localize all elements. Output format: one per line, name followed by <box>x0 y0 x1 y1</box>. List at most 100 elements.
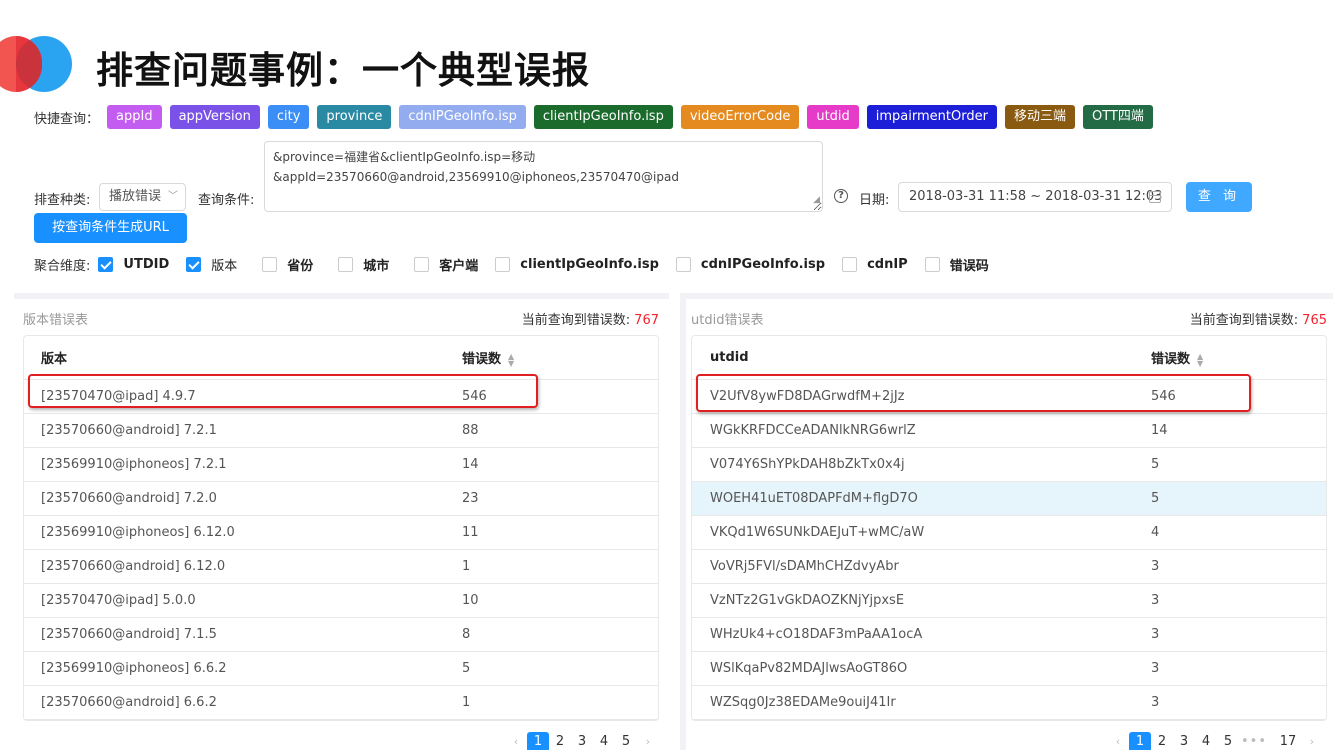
page-button[interactable]: 3 <box>571 732 593 750</box>
column-header-count[interactable]: 错误数 ▲ ▼ <box>1151 348 1203 367</box>
page-button[interactable]: 1 <box>1129 732 1151 750</box>
table-cell: 3 <box>1151 593 1160 608</box>
page-button[interactable]: 17 <box>1275 732 1301 750</box>
page-button[interactable]: 3 <box>1173 732 1195 750</box>
checkbox[interactable] <box>98 257 114 272</box>
table-cell: [23569910@iphoneos] 6.12.0 <box>41 525 235 540</box>
resize-handle-icon[interactable]: ◢ <box>813 190 820 210</box>
table-row[interactable]: VzNTz2G1vGkDAOZKNjYjpxsE 3 <box>692 584 1326 618</box>
quick-tag[interactable]: videoErrorCode <box>680 105 800 129</box>
table-cell: WHzUk4+cO18DAF3mPaAA1ocA <box>710 627 923 642</box>
checkbox-label: clientIpGeoInfo.isp <box>520 257 659 272</box>
quick-tag[interactable]: province <box>317 105 392 129</box>
next-page-icon[interactable]: › <box>637 732 659 750</box>
page-button[interactable]: 5 <box>615 732 637 750</box>
prev-page-icon[interactable]: ‹ <box>1107 732 1129 750</box>
table-row[interactable]: VKQd1W6SUNkDAEJuT+wMC/aW 4 <box>692 516 1326 550</box>
utdid-pagination: ‹ 1 2 3 4 5 ••• 17 › <box>1107 732 1323 750</box>
table-cell: [23570660@android] 6.12.0 <box>41 559 226 574</box>
checkbox[interactable] <box>924 257 940 272</box>
table-row[interactable]: WHzUk4+cO18DAF3mPaAA1ocA 3 <box>692 618 1326 652</box>
query-button[interactable]: 查 询 <box>1186 182 1252 212</box>
page-button[interactable]: 4 <box>593 732 615 750</box>
table-cell: 8 <box>462 627 471 642</box>
dimension-label: 聚合维度: <box>34 259 91 274</box>
date-range-picker[interactable]: 2018-03-31 11:58 ~ 2018-03-31 12:03 <box>898 182 1172 212</box>
generate-url-button[interactable]: 按查询条件生成URL <box>34 213 187 243</box>
quick-tag[interactable]: 移动三端 <box>1004 105 1075 129</box>
quick-tag[interactable]: cdnIPGeoInfo.isp <box>399 105 526 129</box>
checkbox[interactable] <box>262 257 278 272</box>
table-cell: 14 <box>1151 423 1168 438</box>
table-row[interactable]: [23570660@android] 7.1.5 8 <box>24 618 658 652</box>
table-row[interactable]: [23570660@android] 7.2.0 23 <box>24 482 658 516</box>
page-button[interactable]: 2 <box>1151 732 1173 750</box>
dimension-checkbox[interactable]: 版本 <box>186 255 237 274</box>
checkbox[interactable] <box>338 257 354 272</box>
table-cell: [23570660@android] 6.6.2 <box>41 695 217 710</box>
table-row[interactable]: [23570660@android] 7.2.1 88 <box>24 414 658 448</box>
prev-page-icon[interactable]: ‹ <box>505 732 527 750</box>
table-cell: WGkKRFDCCeADANlkNRG6wrlZ <box>710 423 916 438</box>
dimension-checkbox[interactable]: 城市 <box>338 255 389 274</box>
sort-icon[interactable]: ▲ ▼ <box>508 352 514 367</box>
checkbox[interactable] <box>495 257 511 272</box>
quick-tag[interactable]: impairmentOrder <box>866 105 997 129</box>
table-row[interactable]: [23570660@android] 6.6.2 1 <box>24 686 658 720</box>
condition-textarea[interactable]: &province=福建省&clientIpGeoInfo.isp=移动 &ap… <box>264 141 823 212</box>
error-count: 当前查询到错误数: 767 <box>522 309 659 328</box>
quick-tag[interactable]: clientIpGeoInfo.isp <box>533 105 673 129</box>
table-row[interactable]: VoVRj5FVl/sDAMhCHZdvyAbr 3 <box>692 550 1326 584</box>
sort-icon[interactable]: ▲ ▼ <box>1197 352 1203 367</box>
dimension-checkbox[interactable]: cdnIP <box>842 257 908 272</box>
quick-tag[interactable]: city <box>267 105 310 129</box>
dimension-checkbox[interactable]: UTDID <box>98 257 169 272</box>
table-cell: 3 <box>1151 695 1160 710</box>
checkbox[interactable] <box>842 257 858 272</box>
table-row[interactable]: [23569910@iphoneos] 6.12.0 11 <box>24 516 658 550</box>
table-row[interactable]: V074Y6ShYPkDAH8bZkTx0x4j 5 <box>692 448 1326 482</box>
dimension-checkbox[interactable]: 省份 <box>262 255 313 274</box>
table-cell: 3 <box>1151 627 1160 642</box>
quick-tag[interactable]: appId <box>107 105 162 129</box>
table-row[interactable]: WZSqg0Jz38EDAMe9ouiJ41Ir 3 <box>692 686 1326 720</box>
date-range-value: 2018-03-31 11:58 ~ 2018-03-31 12:03 <box>909 189 1163 204</box>
checkbox-label: 客户端 <box>439 259 479 274</box>
error-count-value: 765 <box>1302 313 1327 328</box>
table-row[interactable]: [23570470@ipad] 5.0.0 10 <box>24 584 658 618</box>
table-cell: WZSqg0Jz38EDAMe9ouiJ41Ir <box>710 695 896 710</box>
table-row[interactable]: WOEH41uET08DAPFdM+flgD7O 5 <box>692 482 1326 516</box>
checkbox[interactable] <box>186 257 202 272</box>
utdid-error-panel: utdid错误表 当前查询到错误数: 765 utdid 错误数 ▲ ▼ V2UfV8… <box>680 293 1333 750</box>
page-button[interactable]: 4 <box>1195 732 1217 750</box>
table-row[interactable]: [23570660@android] 6.12.0 1 <box>24 550 658 584</box>
dimension-checkbox[interactable]: 客户端 <box>414 255 478 274</box>
condition-line: &province=福建省&clientIpGeoInfo.isp=移动 <box>273 150 536 164</box>
type-select-value: 播放错误 <box>109 189 162 204</box>
checkbox[interactable] <box>414 257 430 272</box>
table-cell: 5 <box>1151 457 1160 472</box>
column-header-count[interactable]: 错误数 ▲ ▼ <box>462 348 514 367</box>
quick-tag[interactable]: OTT四端 <box>1082 105 1153 129</box>
table-cell: 1 <box>462 695 471 710</box>
page-button[interactable]: 2 <box>549 732 571 750</box>
table-cell: V074Y6ShYPkDAH8bZkTx0x4j <box>710 457 905 472</box>
calendar-icon <box>1149 191 1161 203</box>
help-icon[interactable]: ? <box>834 189 848 203</box>
type-select[interactable]: 播放错误 ﹀ <box>99 183 186 211</box>
table-cell: [23569910@iphoneos] 7.2.1 <box>41 457 227 472</box>
checkbox[interactable] <box>675 257 691 272</box>
table-row[interactable]: [23569910@iphoneos] 7.2.1 14 <box>24 448 658 482</box>
page-button[interactable]: 1 <box>527 732 549 750</box>
next-page-icon[interactable]: › <box>1301 732 1323 750</box>
quick-tag[interactable]: utdid <box>807 105 859 129</box>
page-button[interactable]: 5 <box>1217 732 1239 750</box>
table-row[interactable]: WSlKqaPv82MDAJlwsAoGT86O 3 <box>692 652 1326 686</box>
table-row[interactable]: [23569910@iphoneos] 6.6.2 5 <box>24 652 658 686</box>
quick-tag[interactable]: appVersion <box>169 105 260 129</box>
dimension-checkbox[interactable]: clientIpGeoInfo.isp <box>495 257 659 272</box>
dimension-checkbox[interactable]: 错误码 <box>924 255 989 274</box>
table-row[interactable]: WGkKRFDCCeADANlkNRG6wrlZ 14 <box>692 414 1326 448</box>
more-pages-icon[interactable]: ••• <box>1239 732 1269 750</box>
dimension-checkbox[interactable]: cdnIPGeoInfo.isp <box>675 257 825 272</box>
